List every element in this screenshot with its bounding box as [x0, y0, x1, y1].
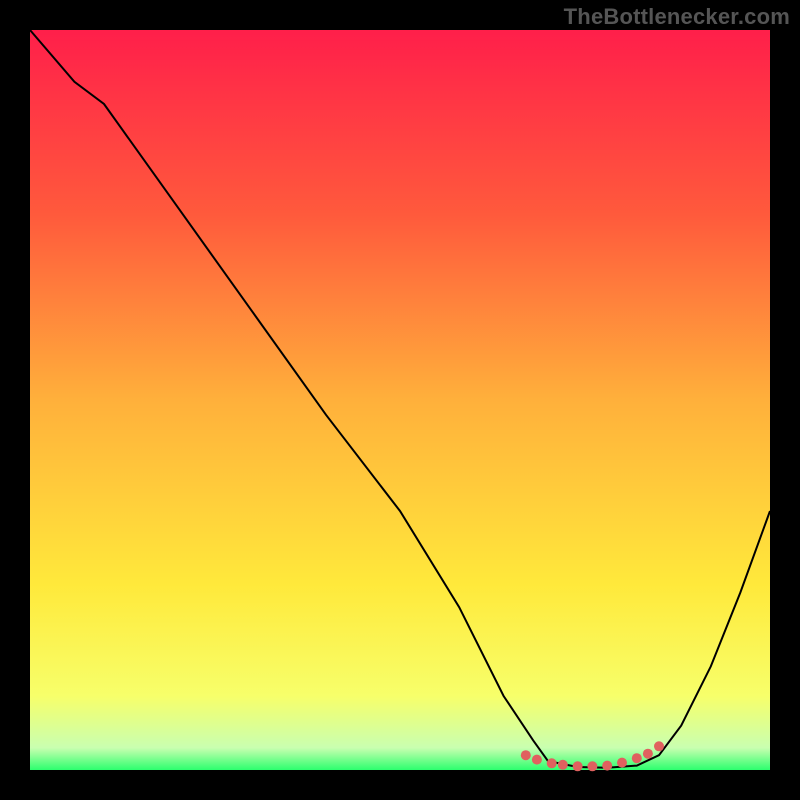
- plot-background: [30, 30, 770, 770]
- marker-point: [558, 760, 568, 770]
- marker-point: [573, 761, 583, 771]
- chart-root: { "attribution": "TheBottlenecker.com", …: [0, 0, 800, 800]
- marker-point: [521, 750, 531, 760]
- marker-point: [654, 741, 664, 751]
- attribution-label: TheBottlenecker.com: [564, 4, 790, 30]
- marker-point: [547, 758, 557, 768]
- bottleneck-chart: [0, 0, 800, 800]
- marker-point: [602, 761, 612, 771]
- marker-point: [587, 761, 597, 771]
- marker-point: [632, 753, 642, 763]
- marker-point: [617, 758, 627, 768]
- marker-point: [532, 755, 542, 765]
- marker-point: [643, 749, 653, 759]
